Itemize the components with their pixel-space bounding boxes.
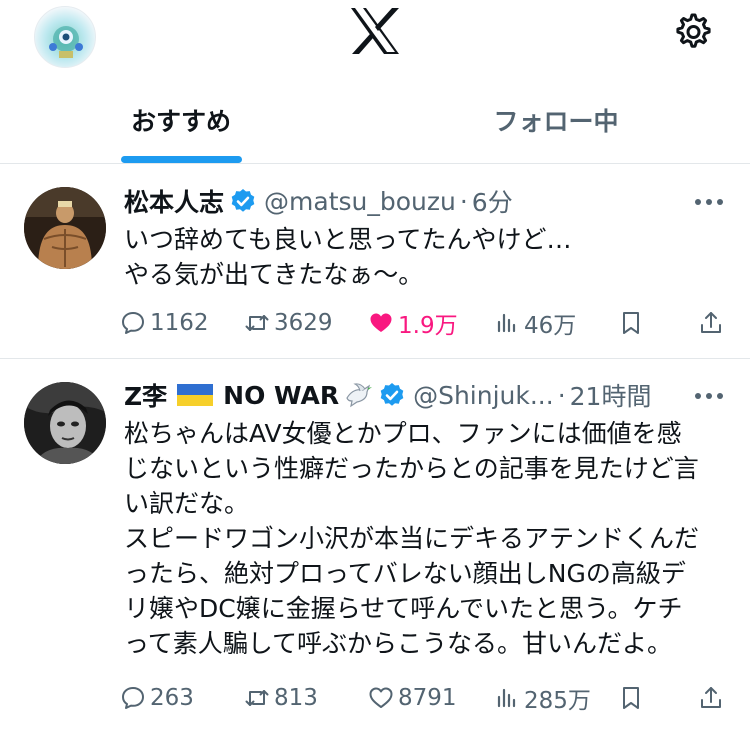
author-handle[interactable]: @Shinjuk... (413, 381, 554, 410)
tweet-author-avatar[interactable] (24, 187, 106, 269)
tab-selected-indicator (121, 156, 242, 163)
reply-icon (122, 312, 144, 334)
repost-button[interactable]: 813 (244, 678, 318, 718)
top-bar (0, 0, 750, 76)
share-icon (701, 687, 721, 708)
repost-count: 3629 (274, 310, 333, 336)
tweet-author-avatar[interactable] (24, 382, 106, 464)
heart-icon (369, 687, 393, 708)
ukraine-flag-icon (177, 384, 214, 406)
tab-recommended[interactable]: おすすめ (0, 76, 362, 164)
tweet-header: Z李 NO WAR @Shinjuk... · 21時間 (124, 377, 651, 413)
repost-count: 813 (274, 685, 318, 711)
tweet-timestamp[interactable]: 6分 (472, 183, 513, 219)
reply-button[interactable]: 263 (120, 678, 194, 718)
views-button[interactable]: 46万 (494, 303, 576, 343)
bookmark-button[interactable] (618, 303, 644, 343)
like-button[interactable]: 8791 (368, 678, 457, 718)
author-name-suffix[interactable]: NO WAR (223, 381, 339, 410)
bookmark-icon (623, 687, 639, 709)
more-options-icon[interactable] (694, 197, 724, 207)
author-name[interactable]: 松本人志 (124, 183, 224, 219)
author-name[interactable]: Z李 (124, 377, 167, 413)
tweet-text: いつ辞めても良いと思ってたんやけど… やる気が出てきたなぁ〜。 (124, 225, 572, 289)
heart-filled-icon (370, 313, 392, 332)
profile-avatar[interactable] (34, 6, 96, 68)
share-button[interactable] (698, 678, 724, 718)
analytics-icon (497, 688, 516, 708)
reply-button[interactable]: 1162 (120, 303, 209, 343)
gear-icon[interactable] (670, 10, 714, 54)
reply-count: 1162 (150, 310, 209, 336)
share-button[interactable] (698, 303, 724, 343)
share-icon (701, 312, 721, 333)
bookmark-icon (623, 312, 639, 334)
like-count: 1.9万 (398, 313, 458, 339)
tweet-actions: 263 813 8791 285万 (120, 678, 730, 718)
tab-recommended-label: おすすめ (130, 107, 231, 136)
tweet-timestamp[interactable]: 21時間 (570, 377, 652, 413)
view-count: 46万 (524, 313, 577, 339)
view-count: 285万 (524, 688, 591, 714)
dove-icon (346, 383, 373, 408)
more-options-icon[interactable] (694, 391, 724, 401)
separator-dot: · (459, 186, 468, 216)
tab-following[interactable]: フォロー中 (375, 76, 737, 164)
x-logo-icon[interactable] (348, 6, 402, 56)
tweet[interactable]: 松本人志 @matsu_bouzu · 6分 いつ辞めても良いと思ってたんやけど… (0, 165, 750, 359)
author-handle[interactable]: @matsu_bouzu (264, 187, 456, 216)
tweet[interactable]: Z李 NO WAR @Shinjuk... · 21時間 松ちゃんはAV女優とか… (0, 360, 750, 737)
separator-dot: · (557, 380, 566, 410)
views-button[interactable]: 285万 (494, 678, 591, 718)
repost-icon (245, 690, 269, 706)
reply-icon (122, 687, 144, 709)
verified-badge-icon (231, 189, 255, 212)
tweet-header: 松本人志 @matsu_bouzu · 6分 (124, 183, 513, 219)
tab-following-label: フォロー中 (493, 107, 619, 136)
timeline-tabs: おすすめ フォロー中 (0, 76, 750, 164)
verified-badge-icon (380, 383, 404, 406)
repost-button[interactable]: 3629 (244, 303, 333, 343)
repost-icon (245, 315, 269, 331)
tweet-actions: 1162 3629 1.9万 46万 (120, 303, 730, 343)
bookmark-button[interactable] (618, 678, 644, 718)
tweet-text: 松ちゃんはAV女優とかプロ、ファンには価値を感 じないという性癖だったからとの記… (124, 419, 700, 658)
like-button[interactable]: 1.9万 (368, 303, 458, 343)
analytics-icon (497, 313, 516, 333)
like-count: 8791 (398, 685, 457, 711)
reply-count: 263 (150, 685, 194, 711)
